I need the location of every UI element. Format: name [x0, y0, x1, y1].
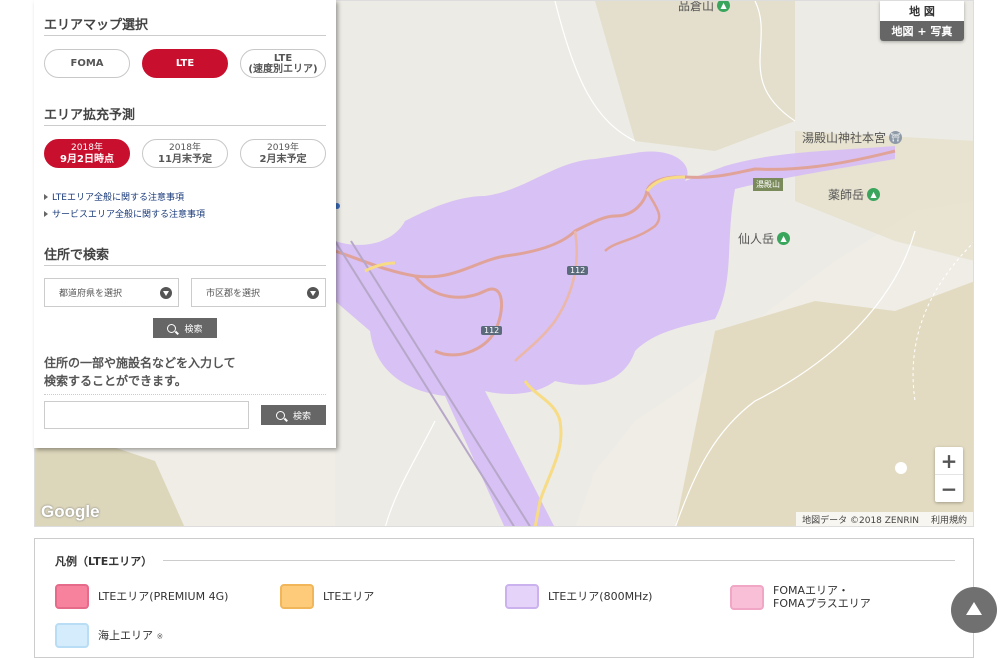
legend-swatch [55, 623, 89, 648]
poi-shinakurayama[interactable]: 品倉山 ▲ [678, 1, 731, 14]
address-search-title: 住所で検索 [44, 244, 326, 266]
lte-notice-link[interactable]: LTEエリア全般に関する注意事項 [44, 190, 326, 203]
legend-swatch [505, 584, 539, 609]
legend-item-lte-800: LTEエリア(800MHz) [505, 584, 652, 609]
zoom-out-button[interactable]: − [935, 474, 963, 502]
map-type-map-button[interactable]: 地 図 [880, 1, 964, 21]
google-logo: Google [41, 502, 100, 521]
legend-item-foma: FOMAエリア・ FOMAプラスエリア [730, 584, 871, 610]
legend-swatch [55, 584, 89, 609]
legend-item-sea: 海上エリア ※ [55, 623, 163, 648]
terms-link[interactable]: 利用規約 [931, 513, 967, 526]
map-type-hybrid-button[interactable]: 地図 + 写真 [880, 21, 964, 41]
area-map-title: エリアマップ選択 [44, 14, 326, 36]
forecast-2018-11-button[interactable]: 2018年 11月末予定 [142, 139, 228, 168]
route-112-label: 112 [567, 266, 589, 275]
address-search-button[interactable]: 検索 [153, 318, 217, 338]
legend-item-premium-4g: LTEエリア(PREMIUM 4G) [55, 584, 228, 609]
search-panel: エリアマップ選択 FOMA LTE LTE (速度別エリア) エリア拡充予測 2… [34, 0, 336, 448]
prefecture-select[interactable]: 都道府県を選択 [44, 278, 179, 307]
search-icon [167, 323, 177, 333]
zoom-in-button[interactable]: + [935, 447, 963, 474]
mountain-icon: ▲ [867, 188, 881, 201]
map-attribution: 地図データ ©2018 ZENRIN 利用規約 [796, 512, 973, 526]
legend-item-lte: LTEエリア [280, 584, 374, 609]
place-label-yudonosan: 湯殿山 [753, 178, 783, 191]
back-to-top-button[interactable] [951, 587, 997, 633]
lte-speed-button[interactable]: LTE (速度別エリア) [240, 49, 326, 78]
map-type-control: 地 図 地図 + 写真 [880, 1, 964, 41]
mountain-icon: ▲ [717, 1, 731, 12]
poi-sennindake[interactable]: 仙人岳 ▲ [738, 230, 791, 247]
forecast-2018-09-button[interactable]: 2018年 9月2日時点 [44, 139, 130, 168]
poi-yakushidake[interactable]: 薬師岳 ▲ [828, 186, 881, 203]
mountain-icon: ▲ [777, 232, 791, 245]
forecast-2019-02-button[interactable]: 2019年 2月末予定 [240, 139, 326, 168]
poi-yudonosan-shrine[interactable]: 湯殿山神社本宮 ⛩ [802, 129, 903, 146]
lte-button[interactable]: LTE [142, 49, 228, 78]
zoom-control: + − [935, 447, 963, 502]
chevron-down-icon [307, 286, 319, 299]
legend-title: 凡例（LTEエリア） [55, 555, 153, 568]
chevron-down-icon [160, 286, 172, 299]
service-notice-link[interactable]: サービスエリア全般に関する注意事項 [44, 207, 326, 220]
keyword-hint: 住所の一部や施設名などを入力して 検索することができます。 [44, 356, 236, 388]
shrine-icon: ⛩ [889, 131, 903, 144]
legend-swatch [730, 584, 764, 610]
keyword-input[interactable] [44, 401, 249, 429]
foma-button[interactable]: FOMA [44, 49, 130, 78]
city-select[interactable]: 市区郡を選択 [191, 278, 326, 307]
route-112-label: 112 [481, 326, 503, 335]
search-icon [275, 410, 285, 420]
forecast-title: エリア拡充予測 [44, 104, 326, 126]
keyword-search-button[interactable]: 検索 [261, 405, 326, 425]
legend-swatch [280, 584, 314, 609]
legend-panel: 凡例（LTEエリア） LTEエリア(PREMIUM 4G) LTEエリア LTE… [34, 538, 974, 658]
